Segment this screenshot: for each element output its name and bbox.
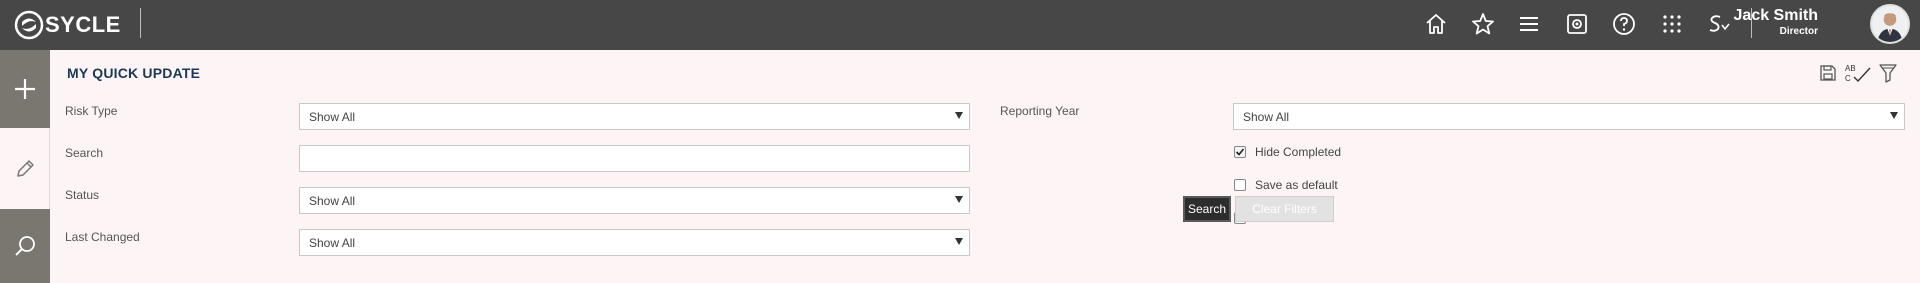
reporting-year-value: Show All bbox=[1243, 109, 1290, 124]
last-changed-value: Show All bbox=[309, 235, 356, 250]
sycle-logo[interactable]: SYCLE bbox=[14, 10, 121, 40]
star-icon[interactable] bbox=[1468, 9, 1498, 39]
main-panel: MY QUICK UPDATE AB C Risk Type Show All … bbox=[50, 50, 1920, 283]
search-button[interactable]: Search bbox=[1183, 196, 1231, 222]
hide-completed-label: Hide Completed bbox=[1255, 145, 1342, 159]
user-info[interactable]: Jack Smith Director bbox=[1734, 7, 1818, 37]
filter-icon[interactable] bbox=[1876, 62, 1900, 84]
save-as-default-checkbox[interactable]: Save as default bbox=[1234, 178, 1338, 192]
sycle-switch-icon[interactable] bbox=[1703, 9, 1733, 39]
search-label: Search bbox=[65, 146, 104, 160]
search-panel-button[interactable] bbox=[0, 209, 50, 283]
user-role: Director bbox=[1779, 26, 1818, 37]
spellcheck-icon[interactable]: AB C bbox=[1844, 62, 1872, 84]
checkbox-box bbox=[1234, 179, 1246, 191]
save-icon[interactable] bbox=[1816, 62, 1840, 84]
user-name: Jack Smith bbox=[1733, 7, 1818, 24]
search-input[interactable] bbox=[299, 145, 970, 172]
chevron-down-icon bbox=[955, 238, 963, 245]
save-as-default-label: Save as default bbox=[1255, 178, 1338, 192]
risk-type-label: Risk Type bbox=[65, 104, 118, 118]
avatar[interactable] bbox=[1870, 4, 1910, 44]
menu-icon[interactable] bbox=[1514, 9, 1544, 39]
chevron-down-icon bbox=[955, 196, 963, 203]
svg-text:AB: AB bbox=[1845, 64, 1856, 73]
settings-panel-icon[interactable] bbox=[1562, 9, 1592, 39]
logo-text: SYCLE bbox=[45, 12, 121, 37]
last-changed-select[interactable]: Show All bbox=[299, 229, 970, 256]
risk-type-value: Show All bbox=[309, 109, 356, 124]
edit-button[interactable] bbox=[0, 128, 50, 209]
pencil-icon bbox=[16, 159, 34, 177]
reporting-year-select[interactable]: Show All bbox=[1233, 103, 1905, 130]
top-divider bbox=[140, 8, 141, 38]
reporting-year-label: Reporting Year bbox=[1000, 104, 1080, 118]
left-rail bbox=[0, 50, 50, 283]
last-changed-label: Last Changed bbox=[65, 230, 140, 244]
clear-filters-button[interactable]: Clear Filters bbox=[1235, 196, 1334, 222]
hide-completed-checkbox[interactable]: Hide Completed bbox=[1234, 145, 1341, 159]
avatar-image bbox=[1872, 6, 1908, 42]
home-icon[interactable] bbox=[1421, 9, 1451, 39]
add-button[interactable] bbox=[0, 50, 50, 128]
risk-type-select[interactable]: Show All bbox=[299, 103, 970, 130]
add-icon bbox=[15, 79, 35, 99]
chevron-down-icon bbox=[955, 112, 963, 119]
status-label: Status bbox=[65, 188, 100, 202]
status-select[interactable]: Show All bbox=[299, 187, 970, 214]
chevron-down-icon bbox=[1890, 112, 1898, 119]
checkbox-box bbox=[1234, 146, 1246, 158]
search-icon bbox=[15, 236, 35, 256]
svg-text:C: C bbox=[1845, 74, 1851, 83]
status-value: Show All bbox=[309, 193, 356, 208]
sycle-logo-icon bbox=[14, 10, 44, 40]
apps-grid-icon[interactable] bbox=[1657, 9, 1687, 39]
top-bar: SYCLE Jack Smith Director bbox=[0, 0, 1920, 50]
checkmark-icon bbox=[1235, 148, 1245, 156]
page-title: MY QUICK UPDATE bbox=[67, 65, 201, 81]
help-icon[interactable] bbox=[1609, 9, 1639, 39]
